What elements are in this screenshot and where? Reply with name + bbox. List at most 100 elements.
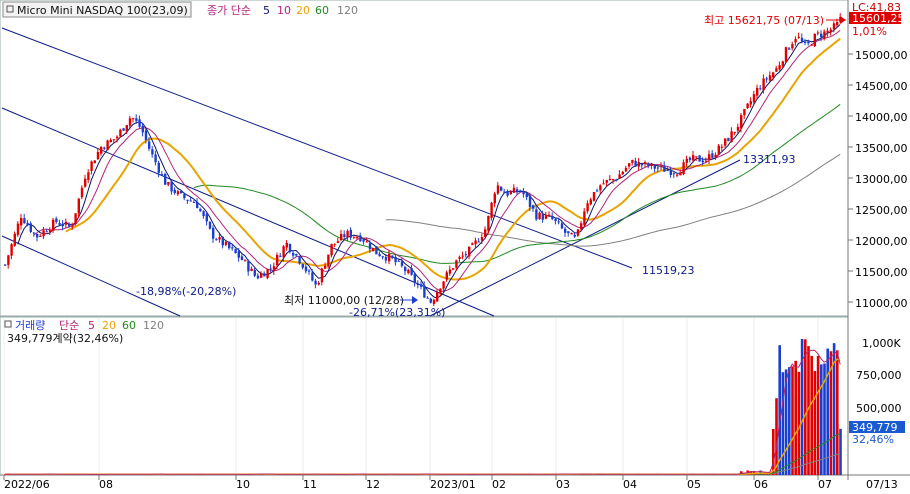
candle-body (119, 129, 122, 137)
candle-body (397, 260, 400, 262)
candle-body (404, 266, 407, 272)
candle-body (650, 163, 653, 167)
candle-body (58, 222, 61, 225)
candle-body (413, 274, 416, 284)
candle-body (10, 244, 13, 256)
candle-body (701, 160, 704, 163)
candle-body (29, 223, 32, 232)
candle-body (205, 214, 208, 222)
candle-body (122, 128, 125, 131)
candle-body (525, 193, 528, 198)
candle-body (212, 227, 215, 239)
y-tick-label: 1,000K (862, 337, 901, 350)
candle-body (253, 270, 256, 276)
volume-panel-frame (0, 316, 849, 476)
candle-body (186, 199, 189, 201)
y-tick-label: 12000,00 (855, 235, 908, 248)
y-tick-label: 12500,00 (855, 204, 908, 217)
candle-body (602, 183, 605, 185)
candle-body (346, 230, 349, 238)
candle-body (666, 170, 669, 172)
candle-body (784, 47, 788, 63)
candle-body (484, 229, 487, 237)
candle-body (116, 136, 119, 139)
candle-body (42, 230, 45, 237)
candle-body (221, 236, 224, 246)
candle-body (39, 235, 42, 237)
volume-bar (839, 428, 842, 475)
candle-body (653, 165, 656, 169)
volume-label: 거래량 (15, 319, 45, 332)
candle-body (368, 243, 372, 250)
vol-ma-period-60[interactable]: 60 (122, 319, 136, 332)
candle-body (202, 211, 205, 217)
volume-bar (820, 364, 823, 475)
volume-y-ticks: 1,000K 750,000 500,000 (856, 337, 902, 415)
candle-body (423, 285, 426, 298)
volume-bar (772, 428, 775, 475)
candle-body (218, 237, 221, 240)
y-tick-label: 500,000 (856, 402, 902, 415)
candle-body (84, 178, 87, 187)
candle-body (372, 247, 375, 252)
candle-body (327, 254, 330, 267)
candle-body (407, 269, 410, 273)
candle-body (301, 263, 304, 268)
ma-period-60[interactable]: 60 (315, 4, 329, 17)
candle-body (596, 190, 599, 192)
candle-body (80, 187, 84, 198)
candle-body (820, 33, 823, 38)
candle-body (26, 222, 29, 226)
candle-body (288, 243, 292, 253)
x-tick-label: 11 (303, 478, 317, 491)
candle-body (759, 88, 762, 90)
volume-bar (813, 371, 817, 475)
candle-body (141, 126, 144, 133)
candle-body (538, 212, 541, 220)
candle-body (477, 241, 480, 243)
candle-body (4, 264, 7, 266)
candle-body (647, 163, 650, 167)
candle-body (365, 241, 368, 243)
candle-body (471, 243, 474, 245)
candle-body (800, 37, 804, 42)
ma-period-20[interactable]: 20 (296, 4, 310, 17)
candle-body (576, 229, 580, 236)
candle-body (269, 268, 272, 270)
candle-body (634, 160, 637, 167)
ma-period-120[interactable]: 120 (337, 4, 358, 17)
left-pct-annotation: -18,98%(-20,28%) (136, 285, 236, 298)
vol-ma-period-5[interactable]: 5 (88, 319, 95, 332)
candle-body (468, 246, 471, 257)
candle-body (55, 218, 58, 223)
candle-body (426, 297, 429, 299)
candle-body (167, 182, 170, 185)
candle-body (560, 223, 564, 229)
ma-period-10[interactable]: 10 (277, 4, 291, 17)
candle-body (829, 29, 832, 33)
candle-body (189, 200, 192, 202)
volume-bar (816, 355, 820, 475)
high-annotation: 최고 15621,75 (07/13) (704, 14, 824, 27)
low-pct-annotation: -26,71%(23,31%) (349, 306, 445, 319)
candle-body (410, 268, 413, 275)
candle-body (612, 179, 615, 181)
volume-summary: 349,779계약(32,46%) (7, 331, 123, 345)
candle-body (314, 280, 317, 285)
candle-body (362, 239, 365, 242)
candle-body (160, 174, 164, 176)
candle-body (250, 268, 253, 272)
candle-body (586, 203, 589, 212)
chart-canvas[interactable]: 15000,00 14500,00 14000,00 13500,00 1300… (0, 0, 910, 494)
ma-period-5[interactable]: 5 (263, 4, 270, 17)
vol-ma-period-120[interactable]: 120 (143, 319, 164, 332)
volume-bar (788, 367, 791, 475)
candle-body (599, 185, 602, 191)
candle-body (170, 181, 173, 192)
candle-body (151, 149, 154, 155)
vol-ma-period-20[interactable]: 20 (102, 319, 116, 332)
candle-body (512, 187, 516, 193)
candle-body (797, 36, 800, 38)
candle-body (541, 213, 544, 220)
candle-body (692, 155, 695, 161)
